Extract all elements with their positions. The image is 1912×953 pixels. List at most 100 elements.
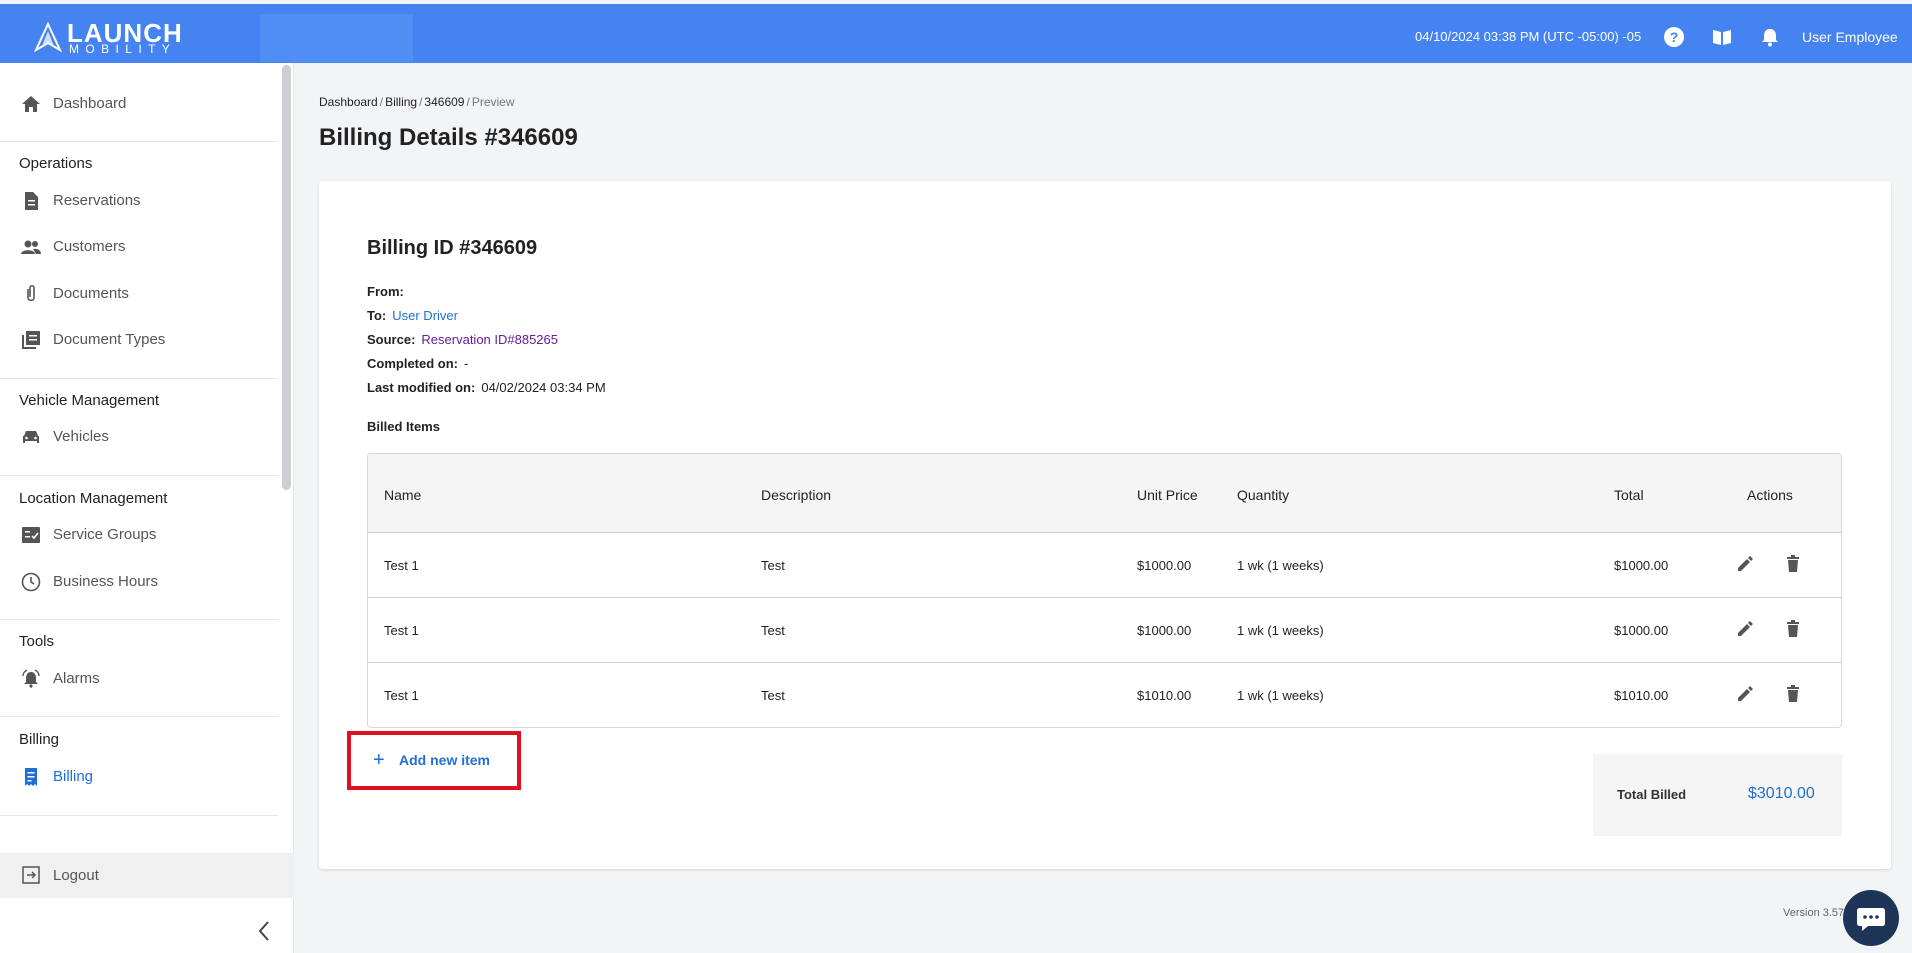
billed-items-heading: Billed Items bbox=[367, 419, 440, 434]
page-title: Billing Details #346609 bbox=[319, 124, 578, 151]
section-title-operations: Operations bbox=[19, 155, 93, 172]
divider bbox=[0, 378, 278, 379]
logout-label: Logout bbox=[53, 867, 99, 884]
modified-value: 04/02/2024 03:34 PM bbox=[481, 380, 606, 395]
section-title-location-management: Location Management bbox=[19, 490, 168, 507]
cell-quantity: 1 wk (1 weeks) bbox=[1237, 688, 1324, 703]
total-billed-value: $3010.00 bbox=[1748, 785, 1815, 802]
edit-icon[interactable] bbox=[1735, 619, 1755, 639]
edit-icon[interactable] bbox=[1735, 554, 1755, 574]
table-row: Test 1 Test $1010.00 1 wk (1 weeks) $101… bbox=[368, 663, 1841, 727]
user-menu[interactable]: User Employee bbox=[1802, 29, 1898, 45]
add-new-item-label: Add new item bbox=[399, 752, 491, 768]
source-reservation-link[interactable]: Reservation ID#885265 bbox=[421, 332, 558, 347]
modified-line: Last modified on: 04/02/2024 03:34 PM bbox=[367, 380, 606, 395]
table-row: Test 1 Test $1000.00 1 wk (1 weeks) $100… bbox=[368, 598, 1841, 663]
cell-name: Test 1 bbox=[384, 688, 419, 703]
sidebar-item-label: Documents bbox=[53, 285, 129, 302]
from-label: From: bbox=[367, 284, 404, 299]
sidebar-item-label: Billing bbox=[53, 768, 94, 785]
total-billed-summary: Total Billed $3010.00 bbox=[1593, 754, 1842, 836]
cell-quantity: 1 wk (1 weeks) bbox=[1237, 558, 1324, 573]
library-icon bbox=[22, 331, 40, 349]
current-datetime: 04/10/2024 03:38 PM (UTC -05:00) -05 bbox=[1415, 29, 1642, 44]
billing-card: Billing ID #346609 From: To: User Driver … bbox=[319, 181, 1891, 869]
sidebar-item-business-hours[interactable]: Business Hours bbox=[0, 564, 278, 600]
source-line: Source: Reservation ID#885265 bbox=[367, 332, 558, 347]
logo-mark-icon bbox=[33, 22, 63, 52]
logout-button[interactable]: Logout bbox=[0, 853, 294, 898]
completed-value: - bbox=[464, 356, 469, 371]
sidebar-item-label: Customers bbox=[53, 238, 126, 255]
alarm-icon bbox=[22, 669, 40, 688]
cell-unit-price: $1000.00 bbox=[1137, 558, 1192, 573]
bell-icon[interactable] bbox=[1759, 26, 1781, 48]
top-bar: LAUNCH MOBILITY 04/10/2024 03:38 PM (UTC… bbox=[0, 4, 1912, 63]
sidebar-item-dashboard[interactable]: Dashboard bbox=[0, 86, 278, 122]
billing-id-heading: Billing ID #346609 bbox=[367, 237, 538, 259]
clock-icon bbox=[21, 572, 41, 592]
cell-total: $1000.00 bbox=[1614, 623, 1669, 638]
app-logo[interactable]: LAUNCH MOBILITY bbox=[33, 18, 183, 56]
cell-unit-price: $1000.00 bbox=[1137, 623, 1192, 638]
paperclip-icon bbox=[27, 284, 35, 302]
sidebar-item-document-types[interactable]: Document Types bbox=[0, 322, 278, 358]
to-user-link[interactable]: User Driver bbox=[392, 308, 458, 323]
help-icon[interactable]: ? bbox=[1663, 26, 1685, 48]
breadcrumb-billing-id[interactable]: 346609 bbox=[424, 95, 464, 109]
cell-description: Test bbox=[761, 688, 785, 703]
billed-items-table: Name Description Unit Price Quantity Tot… bbox=[367, 453, 1842, 728]
column-header-unit-price: Unit Price bbox=[1137, 487, 1198, 503]
breadcrumb-separator: / bbox=[419, 95, 423, 109]
breadcrumb-billing[interactable]: Billing bbox=[385, 95, 417, 109]
version-label: Version 3.57 bbox=[1783, 907, 1845, 919]
column-header-total: Total bbox=[1614, 487, 1644, 503]
table-row: Test 1 Test $1000.00 1 wk (1 weeks) $100… bbox=[368, 533, 1841, 598]
section-title-billing: Billing bbox=[19, 731, 60, 748]
svg-text:?: ? bbox=[1670, 29, 1679, 45]
document-icon bbox=[25, 192, 38, 210]
cell-name: Test 1 bbox=[384, 558, 419, 573]
delete-icon[interactable] bbox=[1783, 554, 1803, 574]
cell-unit-price: $1010.00 bbox=[1137, 688, 1192, 703]
completed-line: Completed on: - bbox=[367, 356, 468, 371]
delete-icon[interactable] bbox=[1783, 619, 1803, 639]
sidebar-scrollbar[interactable] bbox=[282, 65, 291, 490]
sidebar-item-reservations[interactable]: Reservations bbox=[0, 183, 278, 219]
cell-total: $1000.00 bbox=[1614, 558, 1669, 573]
section-title-vehicle-management: Vehicle Management bbox=[19, 392, 160, 409]
chevron-left-icon[interactable] bbox=[256, 919, 272, 943]
sidebar-item-customers[interactable]: Customers bbox=[0, 229, 278, 265]
column-header-actions: Actions bbox=[1747, 487, 1793, 503]
sidebar-item-label: Service Groups bbox=[53, 526, 157, 543]
logout-icon bbox=[22, 866, 40, 884]
sidebar-item-alarms[interactable]: Alarms bbox=[0, 661, 278, 697]
sidebar-item-service-groups[interactable]: Service Groups bbox=[0, 517, 278, 553]
breadcrumb-separator: / bbox=[379, 95, 384, 109]
divider bbox=[0, 475, 278, 476]
top-search-area[interactable] bbox=[260, 14, 413, 62]
checklist-icon bbox=[22, 527, 40, 543]
chat-button[interactable] bbox=[1843, 890, 1899, 946]
sidebar-item-label: Alarms bbox=[53, 670, 100, 687]
modified-label: Last modified on: bbox=[367, 380, 476, 395]
book-icon[interactable] bbox=[1711, 26, 1733, 48]
add-new-item-button[interactable]: + Add new item bbox=[347, 731, 521, 790]
sidebar-item-vehicles[interactable]: Vehicles bbox=[0, 419, 278, 455]
delete-icon[interactable] bbox=[1783, 684, 1803, 704]
sidebar-item-documents[interactable]: Documents bbox=[0, 276, 278, 312]
people-icon bbox=[21, 240, 41, 254]
edit-icon[interactable] bbox=[1735, 684, 1755, 704]
breadcrumb-dashboard[interactable]: Dashboard bbox=[319, 95, 378, 109]
column-header-quantity: Quantity bbox=[1237, 487, 1290, 503]
cell-description: Test bbox=[761, 623, 785, 638]
cell-name: Test 1 bbox=[384, 623, 419, 638]
source-label: Source: bbox=[367, 332, 416, 347]
sidebar-item-billing[interactable]: Billing bbox=[0, 759, 278, 795]
sidebar-item-label: Reservations bbox=[53, 192, 141, 209]
sidebar-item-label: Dashboard bbox=[53, 95, 127, 112]
to-line: To: User Driver bbox=[367, 308, 458, 323]
cell-total: $1010.00 bbox=[1614, 688, 1669, 703]
sidebar-item-label: Business Hours bbox=[53, 573, 159, 590]
breadcrumb: Dashboard / Billing/346609/Preview bbox=[319, 95, 515, 109]
